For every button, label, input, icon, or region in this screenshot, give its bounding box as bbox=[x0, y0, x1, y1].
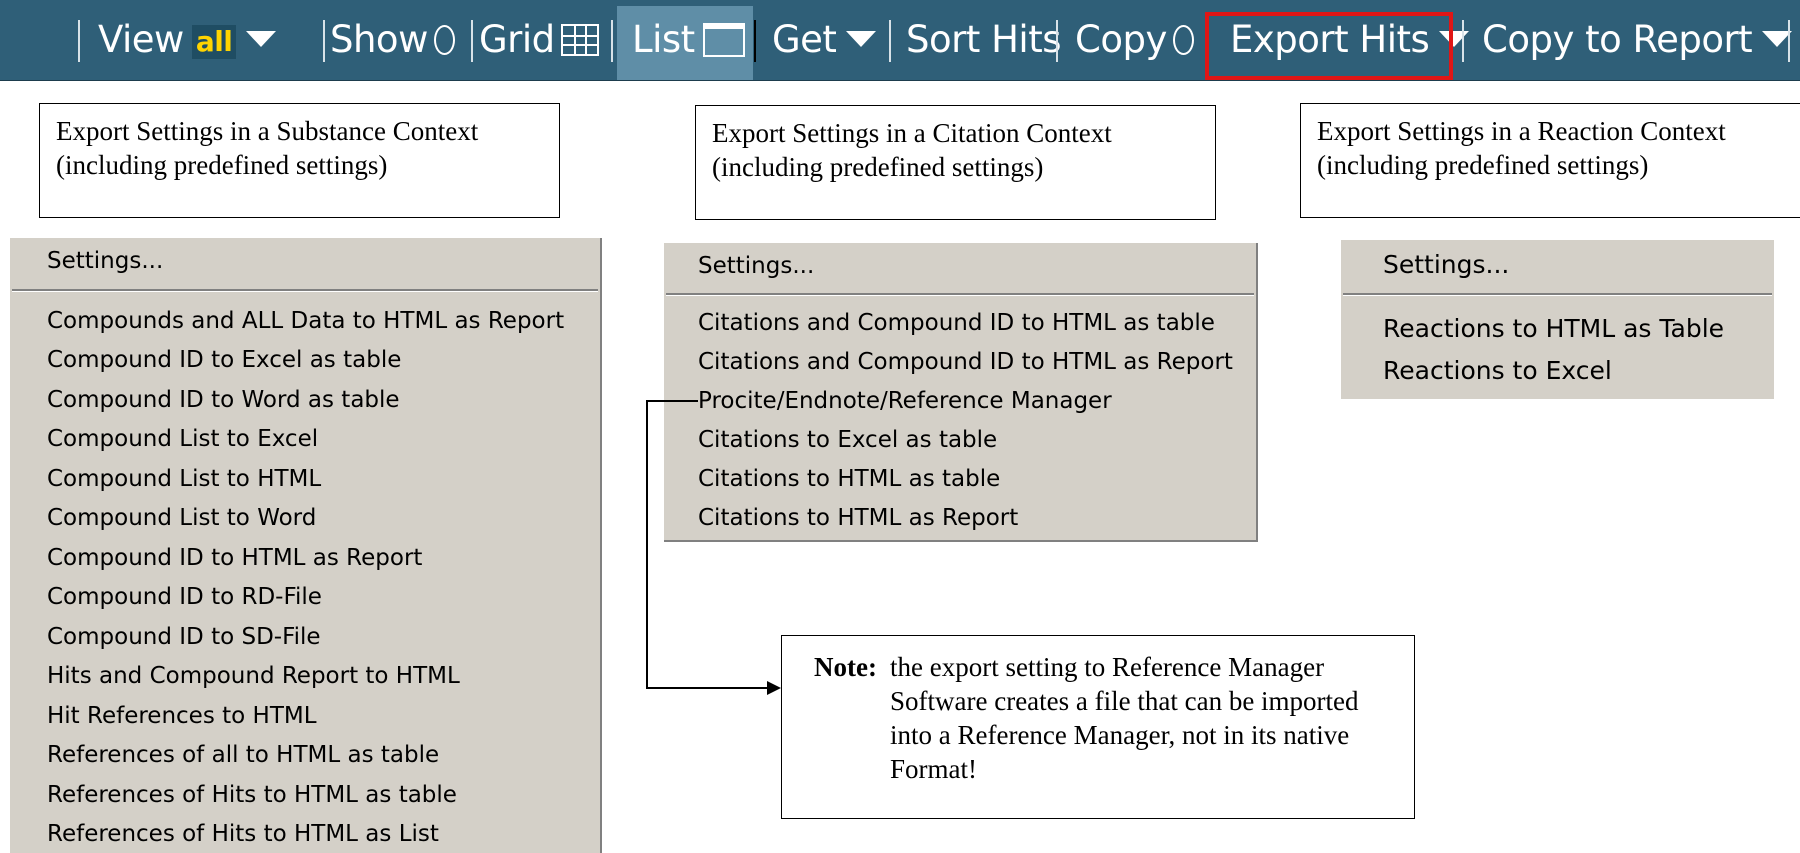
toolbar-separator bbox=[323, 20, 325, 62]
menu-item[interactable]: Compounds and ALL Data to HTML as Report bbox=[47, 308, 564, 334]
menu-item-settings[interactable]: Settings... bbox=[1383, 250, 1509, 279]
copy-label: Copy bbox=[1075, 18, 1167, 61]
grid-button[interactable]: Grid bbox=[479, 0, 599, 80]
menu-item[interactable]: References of all to HTML as table bbox=[47, 742, 439, 768]
view-button[interactable]: View all bbox=[98, 0, 277, 80]
get-dropdown-icon bbox=[846, 30, 877, 47]
menu-item-settings[interactable]: Settings... bbox=[698, 253, 814, 279]
toolbar-separator bbox=[889, 20, 891, 62]
menu-separator bbox=[666, 293, 1254, 296]
arrow-head-icon bbox=[767, 681, 781, 695]
menu-shadow-edge bbox=[600, 238, 602, 853]
menu-item[interactable]: Compound ID to HTML as Report bbox=[47, 545, 422, 571]
menu-item[interactable]: Compound List to Excel bbox=[47, 426, 318, 452]
get-button[interactable]: Get bbox=[772, 0, 877, 80]
menu-item[interactable]: References of Hits to HTML as List bbox=[47, 821, 439, 847]
reaction-export-menu: Settings... Reactions to HTML as Table R… bbox=[1341, 240, 1774, 399]
view-dropdown-icon bbox=[246, 30, 277, 47]
toolbar-separator bbox=[754, 20, 756, 62]
menu-item[interactable]: Compound List to HTML bbox=[47, 466, 321, 492]
grid-label: Grid bbox=[479, 18, 555, 61]
show-toggle-icon bbox=[433, 24, 455, 55]
copy-button[interactable]: Copy bbox=[1075, 0, 1194, 80]
menu-item[interactable]: Compound ID to Excel as table bbox=[47, 347, 401, 373]
list-button[interactable]: List bbox=[632, 0, 745, 80]
show-button[interactable]: Show bbox=[330, 0, 455, 80]
menu-item[interactable]: Compound ID to SD-File bbox=[47, 624, 321, 650]
menu-item[interactable]: Citations to Excel as table bbox=[698, 427, 997, 453]
sort-hits-button[interactable]: Sort Hits bbox=[906, 0, 1062, 80]
copy-to-report-label: Copy to Report bbox=[1482, 18, 1753, 61]
caption-citation: Export Settings in a Citation Context (i… bbox=[695, 105, 1216, 220]
menu-separator bbox=[12, 289, 598, 292]
menu-item[interactable]: Compound List to Word bbox=[47, 505, 316, 531]
menu-item[interactable]: Compound ID to Word as table bbox=[47, 387, 400, 413]
menu-item[interactable]: Reactions to HTML as Table bbox=[1383, 314, 1724, 343]
substance-export-menu: Settings... Compounds and ALL Data to HT… bbox=[10, 238, 602, 853]
note-text: the export setting to Reference Manager … bbox=[890, 652, 1359, 784]
list-label: List bbox=[632, 18, 695, 61]
note-label: Note: bbox=[814, 652, 877, 682]
menu-item[interactable]: Reactions to Excel bbox=[1383, 356, 1612, 385]
toolbar-separator bbox=[78, 20, 80, 62]
copy-to-report-button[interactable]: Copy to Report bbox=[1482, 0, 1793, 80]
menu-item[interactable]: Hits and Compound Report to HTML bbox=[47, 663, 460, 689]
toolbar-separator bbox=[1788, 20, 1790, 62]
list-icon bbox=[702, 22, 745, 57]
menu-item[interactable]: Citations and Compound ID to HTML as tab… bbox=[698, 310, 1215, 336]
menu-item[interactable]: Citations to HTML as table bbox=[698, 466, 1000, 492]
caption-reaction: Export Settings in a Reaction Context (i… bbox=[1300, 103, 1800, 218]
get-label: Get bbox=[772, 18, 837, 61]
menu-item-settings[interactable]: Settings... bbox=[47, 248, 163, 274]
connector-line bbox=[646, 687, 768, 689]
menu-separator bbox=[1343, 293, 1772, 296]
menu-item[interactable]: Citations and Compound ID to HTML as Rep… bbox=[698, 349, 1233, 375]
show-label: Show bbox=[330, 18, 428, 61]
copy-toggle-icon bbox=[1172, 24, 1194, 55]
toolbar-separator bbox=[1462, 20, 1464, 62]
menu-item[interactable]: Compound ID to RD-File bbox=[47, 584, 322, 610]
toolbar: View all Show Grid List Get Sort Hits Cop… bbox=[0, 0, 1800, 81]
connector-line bbox=[646, 400, 648, 688]
connector-line bbox=[646, 400, 698, 402]
menu-item[interactable]: Citations to HTML as Report bbox=[698, 505, 1018, 531]
view-all-badge: all bbox=[191, 24, 237, 59]
toolbar-separator bbox=[1056, 20, 1058, 62]
caption-substance: Export Settings in a Substance Context (… bbox=[39, 103, 560, 218]
menu-item[interactable]: References of Hits to HTML as table bbox=[47, 782, 457, 808]
citation-export-menu: Settings... Citations and Compound ID to… bbox=[664, 243, 1258, 542]
sort-hits-label: Sort Hits bbox=[906, 18, 1062, 61]
toolbar-separator bbox=[611, 20, 613, 62]
note-box: Note: the export setting to Reference Ma… bbox=[781, 635, 1415, 819]
menu-item[interactable]: Procite/Endnote/Reference Manager bbox=[698, 388, 1112, 414]
view-label: View bbox=[98, 18, 184, 61]
menu-item[interactable]: Hit References to HTML bbox=[47, 703, 317, 729]
toolbar-separator bbox=[471, 20, 473, 62]
menu-shadow-edge bbox=[664, 540, 1258, 542]
menu-shadow-edge bbox=[1256, 243, 1258, 542]
export-hits-highlight bbox=[1205, 12, 1453, 80]
grid-icon bbox=[560, 23, 599, 56]
